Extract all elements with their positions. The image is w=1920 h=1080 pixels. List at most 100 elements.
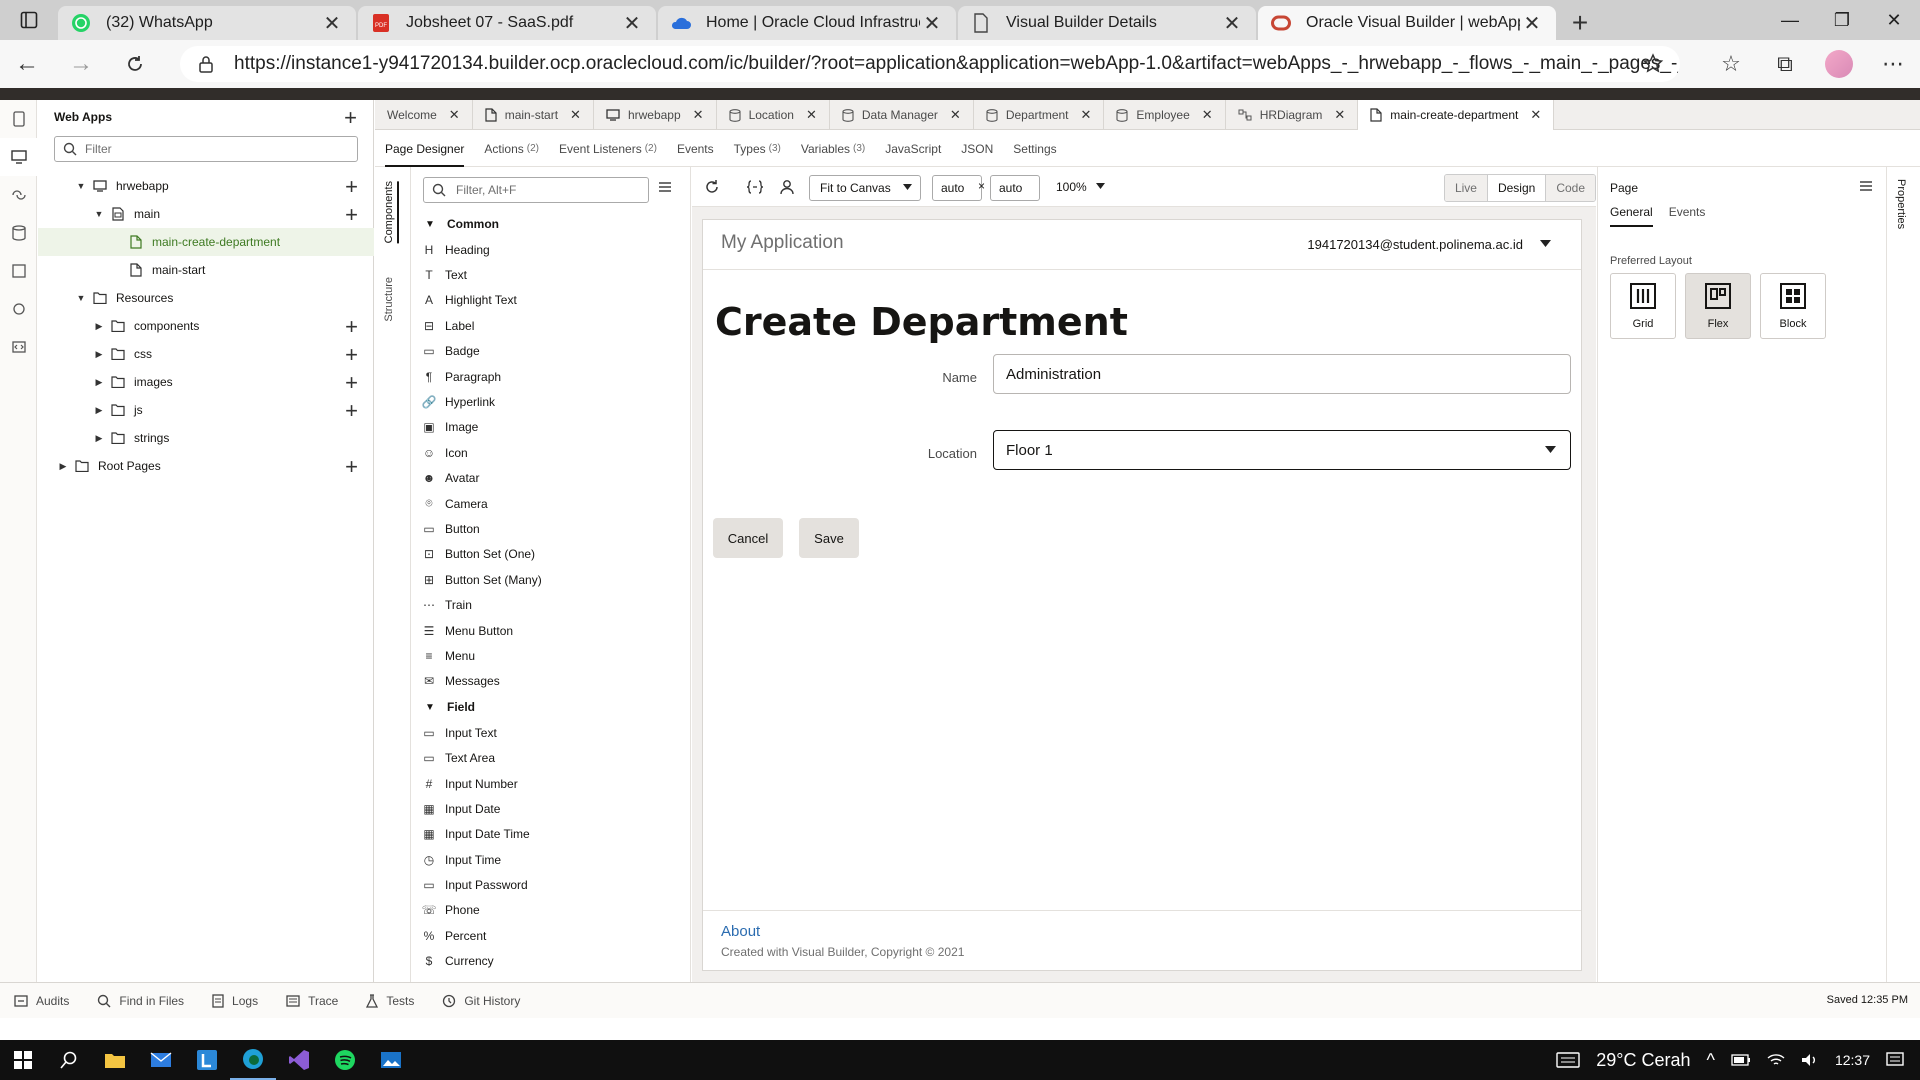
notifications-icon[interactable] [1886,1052,1904,1068]
component-paragraph[interactable]: ¶ Paragraph [421,364,681,389]
git-history-button[interactable]: Git History [442,994,520,1008]
layout-flex-button[interactable]: Flex [1685,273,1751,339]
component-input-date-time[interactable]: ▦ Input Date Time [421,822,681,847]
collapse-icon[interactable]: ▼ [74,291,88,305]
palette-menu-icon[interactable] [658,181,672,193]
designer-tab-settings[interactable]: Settings [1003,131,1066,167]
component-text[interactable]: T Text [421,262,681,287]
user-preview-icon[interactable] [780,179,794,195]
expand-icon[interactable]: ▶ [92,347,106,361]
add-icon[interactable]: + [345,370,358,396]
browser-tab-whatsapp[interactable]: (32) WhatsApp ✕ [58,6,356,40]
component-button-set-many[interactable]: ⊞ Button Set (Many) [421,567,681,592]
component-percent[interactable]: % Percent [421,923,681,948]
component-heading[interactable]: H Heading [421,237,681,262]
component-button[interactable]: ▭ Button [421,516,681,541]
editor-tab-location[interactable]: Location ✕ [717,100,830,130]
reload-button[interactable] [108,40,162,88]
component-menu-button[interactable]: ☰ Menu Button [421,618,681,643]
close-icon[interactable]: ✕ [920,11,944,35]
new-tab-button[interactable]: + [1558,6,1602,40]
browser-tab-oci[interactable]: Home | Oracle Cloud Infrastructu ✕ [658,6,956,40]
tree-node-main-create-department[interactable]: main-create-department [38,228,374,256]
trace-button[interactable]: Trace [286,994,338,1008]
mobile-apps-icon[interactable] [0,100,37,138]
properties-side-tab[interactable]: Properties [1886,167,1920,982]
add-favorite-icon[interactable] [1642,52,1666,76]
favorites-icon[interactable]: ☆ [1704,40,1758,88]
editor-tab-employee[interactable]: Employee ✕ [1104,100,1226,130]
user-menu-label[interactable]: 1941720134@student.polinema.ac.id [1307,237,1523,252]
close-icon[interactable]: ✕ [1202,107,1213,123]
component-input-time[interactable]: ◷ Input Time [421,847,681,872]
restore-button[interactable]: ❐ [1816,0,1868,40]
tests-button[interactable]: Tests [366,994,414,1008]
designer-tab-javascript[interactable]: JavaScript [875,131,951,167]
tree-node-strings[interactable]: ▶ strings [38,424,374,452]
minimize-button[interactable]: — [1764,0,1816,40]
editor-tab-hrwebapp[interactable]: hrwebapp ✕ [594,100,717,130]
designer-tab-events[interactable]: Events [667,131,724,167]
cancel-button[interactable]: Cancel [713,518,783,558]
browser-tab-oracle-vb[interactable]: Oracle Visual Builder | webApp-1 ✕ [1258,6,1556,40]
fit-to-canvas-select[interactable]: Fit to Canvas [809,175,921,201]
component-image[interactable]: ▣ Image [421,415,681,440]
tab-actions-menu[interactable] [0,0,58,40]
code-braces-icon[interactable] [746,179,764,195]
forward-button[interactable]: → [54,40,108,88]
component-phone[interactable]: ☏ Phone [421,898,681,923]
editor-tab-welcome[interactable]: Welcome ✕ [375,100,473,130]
add-icon[interactable]: + [345,202,358,228]
launcher-button[interactable] [184,1040,230,1080]
designer-tab-types[interactable]: Types (3) [724,131,791,167]
component-input-text[interactable]: ▭ Input Text [421,720,681,745]
close-icon[interactable]: ✕ [950,107,961,123]
navigator-filter-input[interactable]: Filter [54,136,358,162]
tree-node-main-start[interactable]: main-start [38,256,374,284]
designer-tab-json[interactable]: JSON [951,131,1003,167]
close-icon[interactable]: ✕ [806,107,817,123]
layout-block-button[interactable]: Block [1760,273,1826,339]
close-icon[interactable]: ✕ [693,107,704,123]
visual-studio-button[interactable] [276,1040,322,1080]
component-button-set-one[interactable]: ⊡ Button Set (One) [421,542,681,567]
expand-icon[interactable]: ▶ [92,375,106,389]
tree-node-js[interactable]: ▶ js + [38,396,374,424]
palette-section-common[interactable]: ▼ Common [421,211,681,237]
component-input-password[interactable]: ▭ Input Password [421,872,681,897]
source-icon[interactable] [0,328,37,366]
expand-icon[interactable]: ▶ [92,403,106,417]
expand-icon[interactable]: ▶ [92,431,106,445]
location-select[interactable]: Floor 1 [993,430,1571,470]
tab-structure[interactable]: Structure [383,277,395,322]
battery-icon[interactable] [1731,1054,1751,1066]
component-badge[interactable]: ▭ Badge [421,339,681,364]
tree-node-components[interactable]: ▶ components + [38,312,374,340]
services-icon[interactable] [0,176,37,214]
designer-tab-event-listeners[interactable]: Event Listeners (2) [549,131,667,167]
collapse-icon[interactable]: ▼ [92,207,106,221]
zoom-level[interactable]: 100% [1056,180,1087,194]
about-link[interactable]: About [721,923,760,940]
photos-button[interactable] [368,1040,414,1080]
collapse-icon[interactable]: ▼ [74,179,88,193]
mode-design[interactable]: Design [1487,175,1547,201]
url-field[interactable]: https://instance1-y941720134.builder.ocp… [180,46,1680,82]
expand-icon[interactable]: ▶ [92,319,106,333]
wifi-icon[interactable] [1767,1053,1785,1067]
taskbar-search-button[interactable] [46,1040,92,1080]
more-menu-icon[interactable]: ⋯ [1866,40,1920,88]
close-icon[interactable]: ✕ [1081,107,1092,123]
close-icon[interactable]: ✕ [320,11,344,35]
components-icon[interactable] [0,252,37,290]
refresh-icon[interactable] [704,179,720,195]
weather-text[interactable]: 29°C Cerah [1596,1050,1690,1071]
mode-live[interactable]: Live [1444,175,1488,201]
canvas-width-input[interactable]: auto [932,175,982,201]
tree-node-main[interactable]: ▼ main + [38,200,374,228]
business-objects-icon[interactable] [0,214,37,252]
file-explorer-button[interactable] [92,1040,138,1080]
tree-node-resources[interactable]: ▼ Resources [38,284,374,312]
mode-code[interactable]: Code [1546,175,1595,201]
volume-icon[interactable] [1801,1053,1819,1067]
